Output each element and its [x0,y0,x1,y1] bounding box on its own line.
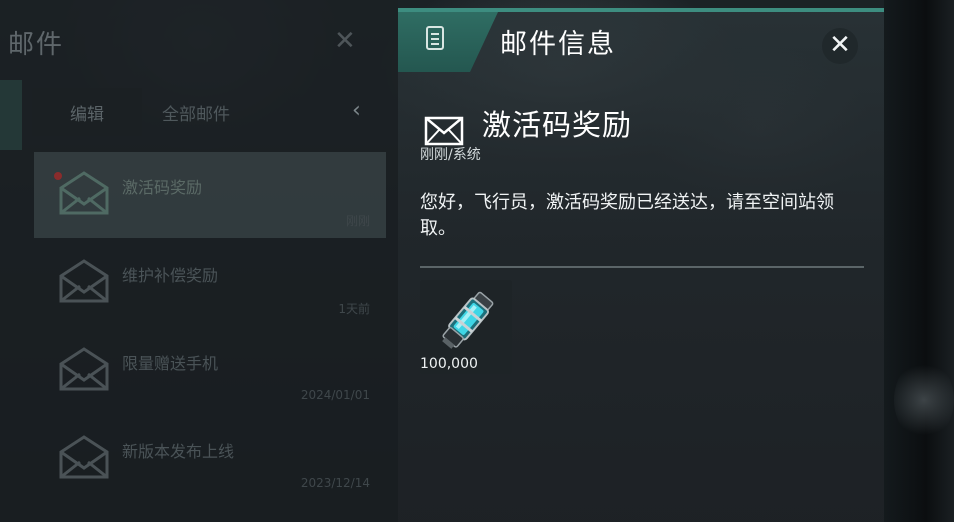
mail-detail-panel: 邮件信息 ✕ 激活码奖励 刚刚/系统 您好，飞行员，激活码奖励已经送达，请至空间… [398,8,884,522]
mail-list-panel: 邮件 ✕ 编辑 全部邮件 ‹ 激活码奖励 刚刚 维护补偿奖励 1天前 限量赠送手… [0,0,398,522]
attachment-item[interactable]: 100,000 [420,280,512,374]
mail-item-title: 激活码奖励 [122,178,203,197]
mail-item-date: 2024/01/01 [300,388,370,402]
mail-list-item[interactable]: 维护补偿奖励 1天前 [34,240,386,326]
mail-item-title: 限量赠送手机 [122,354,219,373]
detail-header: 邮件信息 ✕ [398,12,884,72]
chevron-left-icon[interactable]: ‹ [352,98,361,123]
filter-dropdown[interactable]: 全部邮件 [162,100,230,125]
document-icon [426,26,444,50]
mail-body: 您好，飞行员，激活码奖励已经送达，请至空间站领取。 [420,192,834,239]
mail-opened-icon [59,435,109,479]
energy-capsule-icon [442,291,494,349]
mail-list-item[interactable]: 激活码奖励 刚刚 [34,152,386,238]
envelope-icon [424,116,464,146]
mail-item-date: 2023/12/14 [300,476,370,490]
detail-title: 邮件信息 [500,29,616,60]
mail-item-date: 1天前 [338,302,370,316]
background-edge [884,0,954,522]
mail-opened-icon [59,259,109,303]
mail-item-title: 新版本发布上线 [122,442,235,461]
mail-item-title: 维护补偿奖励 [122,266,219,285]
mail-item-date: 刚刚 [345,214,370,228]
mail-opened-icon [59,171,109,215]
mail-list-item[interactable]: 限量赠送手机 2024/01/01 [34,328,386,414]
mailbox-close-icon[interactable]: ✕ [334,28,356,54]
mail-opened-icon [59,347,109,391]
side-tab-accent [0,80,22,150]
mail-meta: 刚刚/系统 [420,147,481,163]
mailbox-title: 邮件 [8,30,65,60]
header-tab [398,12,498,72]
mail-subject: 激活码奖励 [482,108,633,142]
mail-toolbar: 编辑 全部邮件 ‹ [32,88,386,136]
edit-button[interactable]: 编辑 [32,88,142,136]
divider [420,266,864,268]
attachment-quantity: 100,000 [420,356,478,372]
mail-list-item[interactable]: 新版本发布上线 2023/12/14 [34,416,386,502]
close-icon[interactable]: ✕ [822,28,858,64]
